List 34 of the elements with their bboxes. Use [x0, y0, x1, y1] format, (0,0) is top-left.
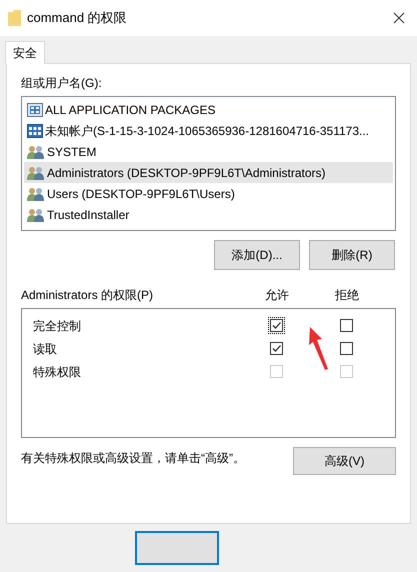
dialog-button[interactable]: 添加(D)...: [214, 240, 300, 270]
list-item[interactable]: Administrators (DESKTOP-9PF9L6T\Administrators): [24, 162, 393, 183]
checkbox[interactable]: [268, 317, 284, 334]
group-label: 组或用户名(G):: [21, 75, 103, 92]
permission-name: 完全控制: [32, 318, 82, 334]
users-icon: [27, 144, 45, 158]
folder-icon: [8, 10, 21, 26]
checkbox[interactable]: [268, 340, 284, 357]
window-title: command 的权限: [27, 9, 128, 28]
checkmark-icon: [270, 320, 282, 331]
tab[interactable]: 安全: [5, 41, 45, 64]
advanced-button[interactable]: 高级(V): [293, 447, 396, 475]
users-icon: [27, 208, 45, 222]
list-item[interactable]: 未知帐户(S-1-15-3-1024-1065365936-1281604716-351173...: [24, 120, 393, 141]
checkmark-icon: [270, 343, 282, 354]
column-header: 拒绝: [334, 287, 360, 304]
list-item[interactable]: ALL APPLICATION PACKAGES: [24, 99, 393, 120]
permissions-label: Administrators 的权限(P): [21, 287, 154, 304]
grid-icon: [27, 124, 43, 138]
list-item[interactable]: SYSTEM: [24, 141, 393, 162]
dialog-button[interactable]: [135, 531, 219, 565]
column-header: 允许: [264, 287, 290, 304]
hint-text: 有关特殊权限或高级设置，请单击“高级”。: [21, 450, 245, 467]
close-icon[interactable]: [393, 12, 405, 24]
checkbox[interactable]: [338, 317, 354, 334]
dialog-button[interactable]: 删除(R): [309, 240, 395, 270]
list-item[interactable]: TrustedInstaller: [24, 204, 393, 225]
users-icon: [27, 186, 45, 200]
permission-name: 特殊权限: [32, 364, 82, 380]
checkbox[interactable]: [338, 340, 354, 357]
package-icon: [27, 102, 43, 116]
list-item[interactable]: Users (DESKTOP-9PF9L6T\Users): [24, 183, 393, 204]
permission-name: 读取: [32, 340, 58, 358]
users-icon: [27, 166, 45, 180]
